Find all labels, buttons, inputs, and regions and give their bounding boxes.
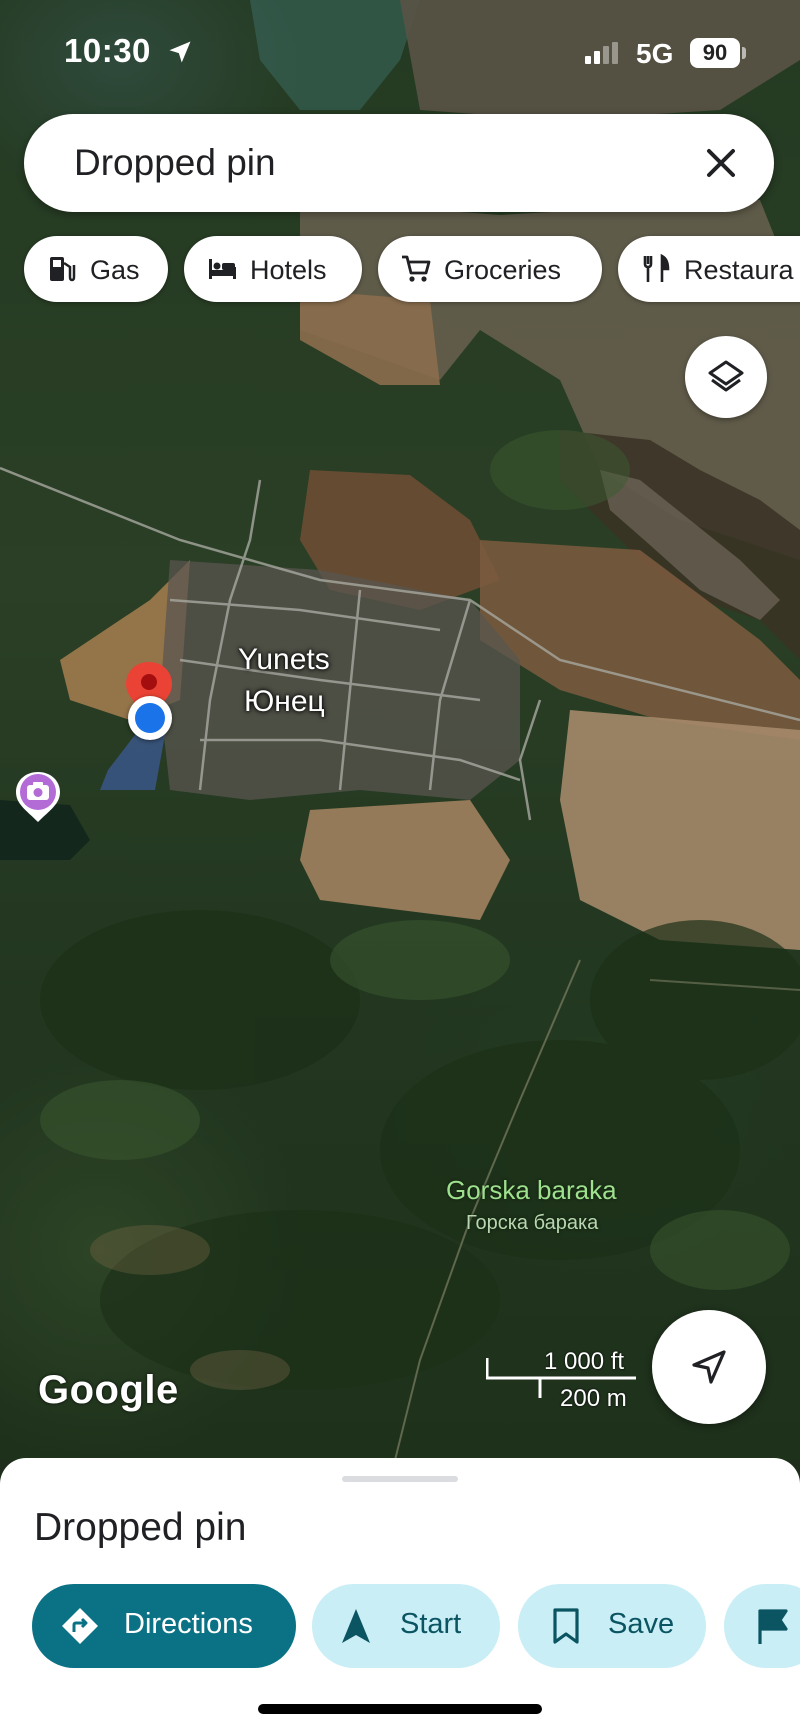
town-label[interactable]: Yunets	[238, 643, 330, 677]
network-type: 5G	[636, 38, 674, 69]
forest-label-cyrillic[interactable]: Горска барака	[466, 1212, 598, 1235]
google-attribution: Google	[38, 1368, 179, 1412]
chip-gas[interactable]: Gas	[24, 236, 168, 302]
camera-icon[interactable]	[14, 770, 62, 824]
close-icon[interactable]	[694, 136, 748, 190]
save-label: Save	[608, 1608, 675, 1640]
my-location-dot	[128, 696, 172, 740]
place-title: Dropped pin	[34, 1506, 247, 1549]
battery-level: 90	[690, 38, 740, 68]
chip-groceries[interactable]: Groceries	[378, 236, 602, 302]
chip-restaurants[interactable]: Restaura	[618, 236, 800, 302]
battery-tip	[742, 47, 746, 59]
status-time: 10:30	[64, 32, 151, 69]
chip-hotels[interactable]: Hotels	[184, 236, 362, 302]
save-button[interactable]: Save	[518, 1584, 706, 1668]
location-arrow-icon	[169, 41, 191, 63]
chip-label: Gas	[90, 255, 140, 285]
drag-handle[interactable]	[342, 1476, 458, 1482]
flag-icon	[758, 1609, 788, 1644]
navigation-arrow-icon	[692, 1350, 726, 1384]
gas-station-icon	[50, 257, 76, 282]
directions-label: Directions	[124, 1608, 253, 1640]
status-bar: 10:30 5G 90	[0, 0, 800, 100]
signal-icon	[585, 42, 618, 64]
place-sheet[interactable]: Dropped pin Directions Start Save	[0, 1458, 800, 1732]
layers-icon	[708, 360, 744, 392]
chip-label: Hotels	[250, 255, 327, 285]
cart-icon	[402, 255, 431, 282]
scale-imperial: 1 000 ft	[544, 1348, 625, 1375]
town-label-cyrillic[interactable]: Юнец	[244, 685, 325, 719]
layers-button[interactable]	[685, 336, 767, 418]
forest-label[interactable]: Gorska baraka	[446, 1175, 617, 1206]
satellite-imagery	[0, 0, 800, 1460]
my-location-button[interactable]	[652, 1310, 766, 1424]
bed-icon	[209, 259, 236, 279]
search-input[interactable]: Dropped pin	[74, 142, 276, 184]
map-view[interactable]: 10:30 5G 90 Dropped pin Gas Hotels Groce…	[0, 0, 800, 1460]
navigation-arrow-icon	[342, 1609, 370, 1643]
start-button[interactable]: Start	[312, 1584, 500, 1668]
directions-button[interactable]: Directions	[32, 1584, 296, 1668]
home-indicator[interactable]	[258, 1704, 542, 1714]
search-bar[interactable]: Dropped pin	[24, 114, 774, 212]
directions-icon	[62, 1608, 98, 1644]
chip-label: Groceries	[444, 255, 562, 285]
bookmark-icon	[553, 1608, 579, 1644]
action-buttons: Directions Start Save	[0, 1584, 800, 1668]
fork-knife-icon	[643, 253, 670, 282]
start-label: Start	[400, 1608, 462, 1640]
label-button[interactable]	[724, 1584, 800, 1668]
scale-metric: 200 m	[560, 1385, 627, 1412]
chip-label: Restaura	[684, 255, 794, 285]
